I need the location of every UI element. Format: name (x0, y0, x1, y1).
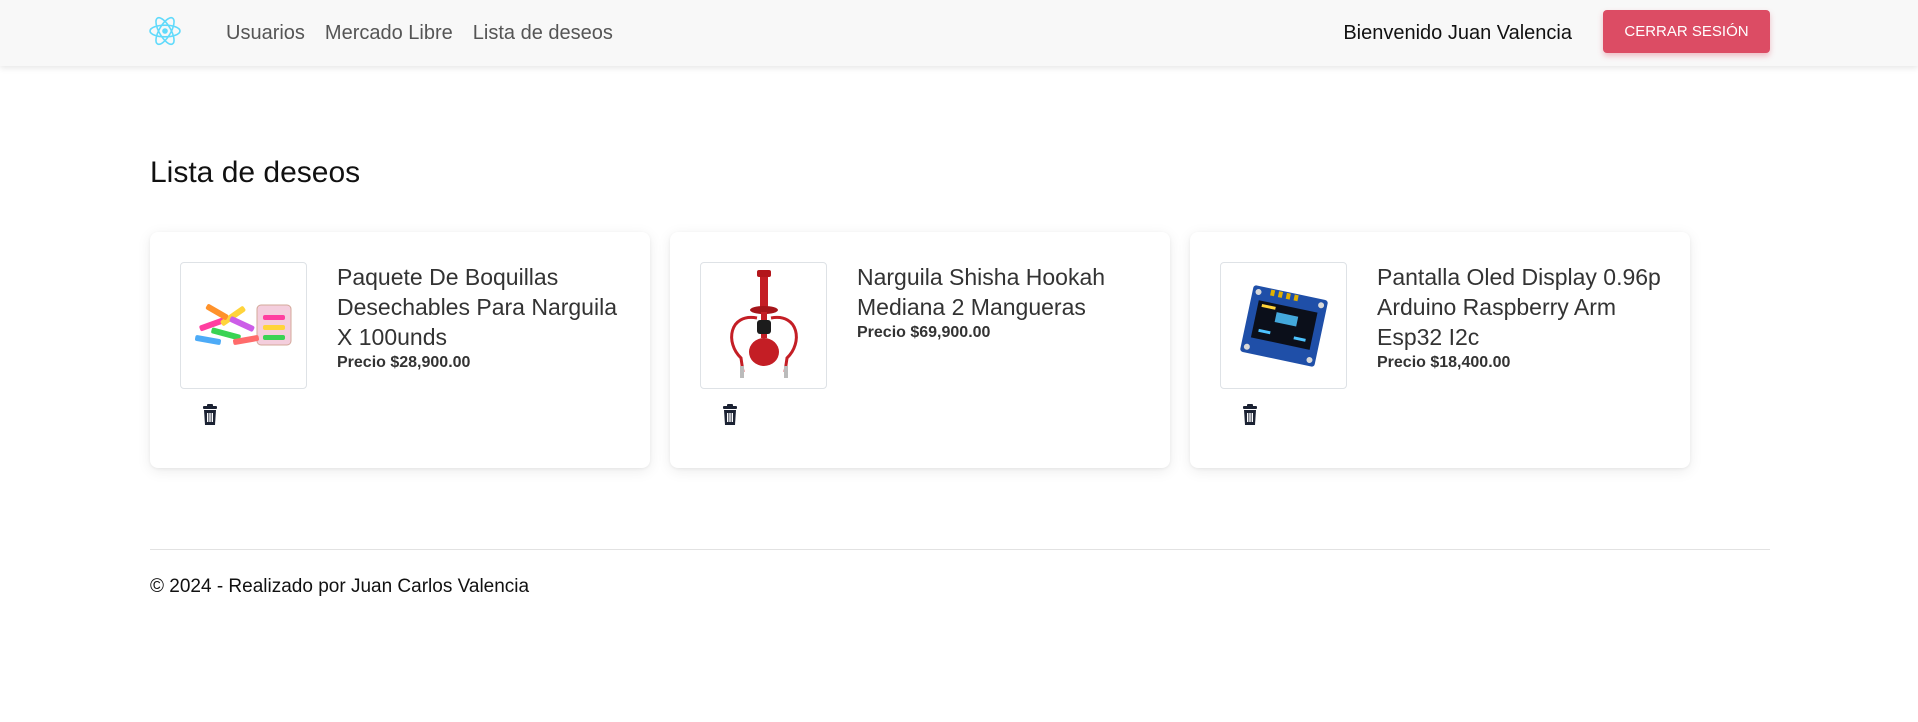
product-price: Precio $69,900.00 (857, 324, 991, 341)
product-price: Precio $28,900.00 (337, 354, 471, 371)
nav-link-mercado-libre[interactable]: Mercado Libre (325, 22, 453, 45)
welcome-text: Bienvenido Juan Valencia (1343, 21, 1572, 44)
wishlist-card: Narguila Shisha Hookah Mediana 2 Manguer… (670, 232, 1170, 468)
product-title-text: Pantalla Oled Display 0.96p Arduino Rasp… (1377, 264, 1661, 350)
product-title: Paquete De Boquillas Desechables Para Na… (337, 262, 627, 374)
product-title: Pantalla Oled Display 0.96p Arduino Rasp… (1377, 262, 1667, 374)
trash-icon[interactable] (715, 400, 745, 430)
oled-display-image (1239, 284, 1328, 367)
wishlist-card: Pantalla Oled Display 0.96p Arduino Rasp… (1190, 232, 1690, 468)
nav-link-lista-de-deseos[interactable]: Lista de deseos (473, 22, 613, 45)
page-title: Lista de deseos (150, 156, 361, 189)
mouthpieces-image (194, 303, 291, 345)
nav-links: Usuarios Mercado Libre Lista de deseos (226, 0, 633, 66)
product-price: Precio $18,400.00 (1377, 354, 1511, 371)
trash-icon[interactable] (195, 400, 225, 430)
hookah-image (729, 270, 798, 378)
footer-divider (150, 549, 1770, 550)
trash-icon[interactable] (1235, 400, 1265, 430)
product-thumbnail[interactable] (1220, 262, 1347, 389)
nav-link-usuarios[interactable]: Usuarios (226, 22, 305, 45)
product-title-text: Narguila Shisha Hookah Mediana 2 Manguer… (857, 264, 1106, 320)
product-thumbnail[interactable] (700, 262, 827, 389)
wishlist-card: Paquete De Boquillas Desechables Para Na… (150, 232, 650, 468)
wishlist-cards: Paquete De Boquillas Desechables Para Na… (150, 232, 1710, 468)
navbar: Usuarios Mercado Libre Lista de deseos B… (0, 0, 1918, 66)
product-thumbnail[interactable] (180, 262, 307, 389)
product-title-text: Paquete De Boquillas Desechables Para Na… (337, 264, 617, 350)
react-logo-icon[interactable] (148, 14, 182, 48)
product-title: Narguila Shisha Hookah Mediana 2 Manguer… (857, 262, 1147, 344)
footer-text: © 2024 - Realizado por Juan Carlos Valen… (150, 576, 530, 597)
logout-button[interactable]: CERRAR SESIÓN (1603, 10, 1770, 53)
